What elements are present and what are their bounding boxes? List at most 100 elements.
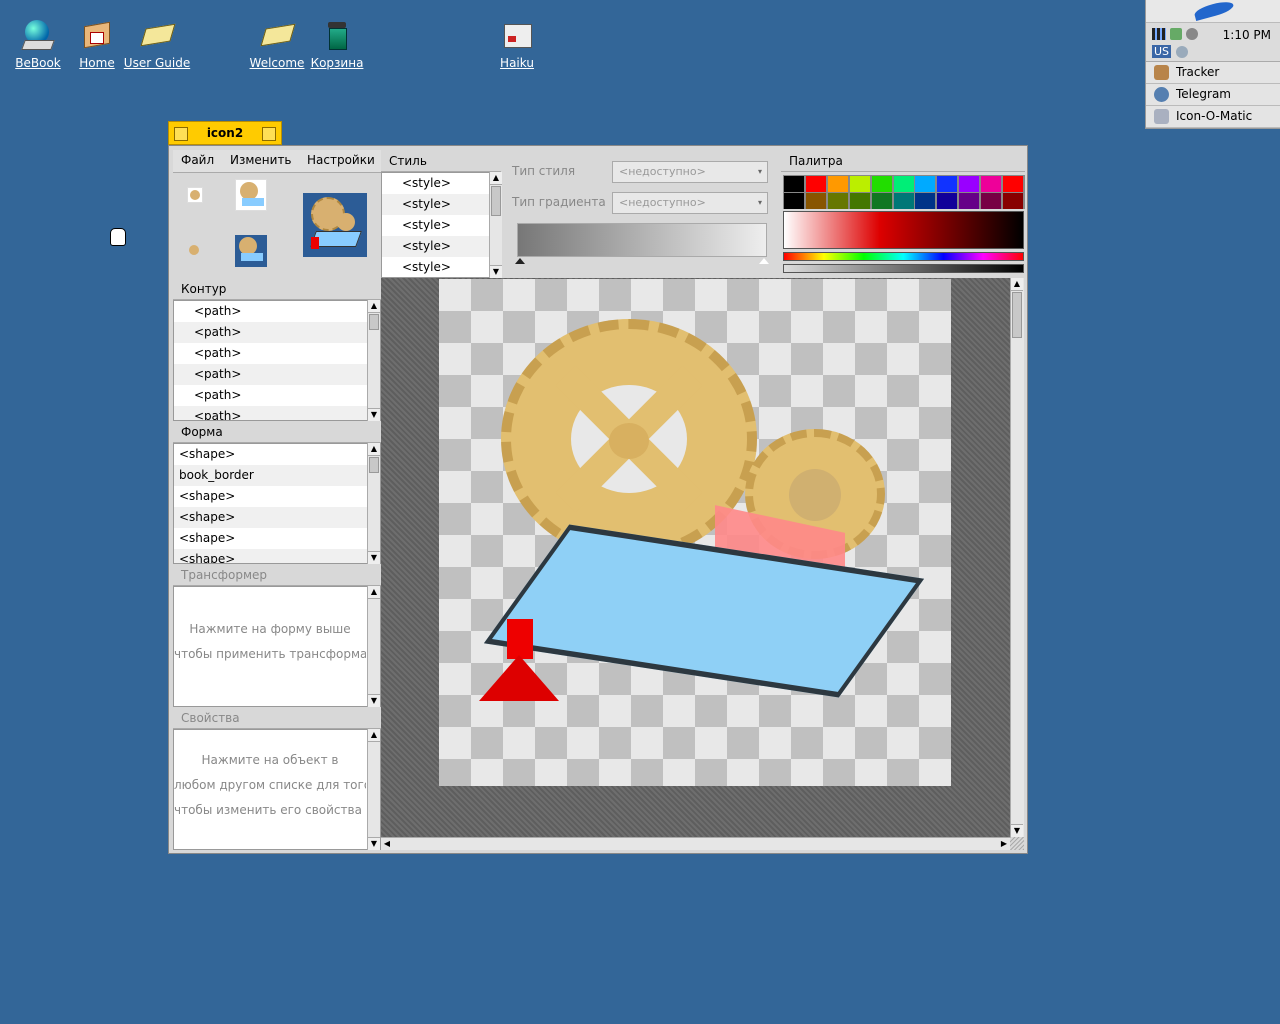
palette-swatch[interactable] <box>784 193 804 209</box>
chevron-down-icon: ▾ <box>757 167 762 176</box>
shape-list-item[interactable]: <shape> <box>174 444 380 465</box>
palette-swatch[interactable] <box>805 176 826 192</box>
shape-list-item[interactable]: <shape> <box>174 528 380 549</box>
palette-swatch[interactable] <box>893 193 914 209</box>
path-header: Контур <box>173 278 381 300</box>
properties-list[interactable]: Нажмите на объект в любом другом списке … <box>173 729 381 850</box>
properties-list-scrollbar[interactable]: ▲ ▼ <box>367 729 380 850</box>
palette-swatch[interactable] <box>959 193 980 209</box>
palette-swatch[interactable] <box>981 176 1002 192</box>
style-list-item[interactable]: <style> <box>382 257 501 277</box>
scroll-right-icon[interactable]: ▶ <box>998 838 1010 850</box>
palette-swatch[interactable] <box>981 193 1002 209</box>
palette-swatch[interactable] <box>827 176 848 192</box>
palette-swatch[interactable] <box>915 193 936 209</box>
scroll-down-icon[interactable]: ▼ <box>1011 824 1023 837</box>
scroll-down-icon[interactable]: ▼ <box>368 694 380 707</box>
palette-swatch[interactable] <box>827 193 848 209</box>
scroll-down-icon[interactable]: ▼ <box>368 408 380 421</box>
path-list-item[interactable]: <path> <box>174 343 380 364</box>
volume-icon[interactable] <box>1186 28 1198 40</box>
alpha-slider[interactable] <box>783 264 1024 273</box>
menu-file[interactable]: Файл <box>181 153 214 167</box>
scroll-left-icon[interactable]: ◀ <box>381 838 393 850</box>
style-list-item[interactable]: <style> <box>382 215 501 236</box>
scroll-up-icon[interactable]: ▲ <box>1011 278 1023 291</box>
palette-swatch[interactable] <box>1003 176 1023 192</box>
shape-list-item[interactable]: <shape> <box>174 486 380 507</box>
palette-swatch[interactable] <box>849 193 870 209</box>
palette-swatch[interactable] <box>915 176 936 192</box>
path-list-item[interactable]: <path> <box>174 301 380 322</box>
scroll-up-icon[interactable]: ▲ <box>368 729 380 742</box>
palette-swatch[interactable] <box>871 193 892 209</box>
path-list-item[interactable]: <path> <box>174 322 380 343</box>
path-list-scrollbar[interactable]: ▲ ▼ <box>367 300 380 421</box>
transformer-list[interactable]: Нажмите на форму выше чтобы применить тр… <box>173 586 381 707</box>
path-list-item[interactable]: <path> <box>174 385 380 406</box>
deskbar-app-icon-o-matic[interactable]: Icon-O-Matic <box>1146 106 1280 128</box>
shape-list-scrollbar[interactable]: ▲ ▼ <box>367 443 380 564</box>
zoom-button[interactable] <box>262 127 276 141</box>
shape-list-item[interactable]: book_border <box>174 465 380 486</box>
style-list[interactable]: <style> <style> <style> <style> <style> <box>381 172 502 278</box>
canvas-vertical-scrollbar[interactable]: ▲ ▼ <box>1010 278 1024 837</box>
style-list-item[interactable]: <style> <box>382 194 501 215</box>
scroll-down-icon[interactable]: ▼ <box>490 265 502 278</box>
desktop-icon-user-guide[interactable]: User Guide <box>122 18 192 70</box>
input-method-icon[interactable] <box>1176 46 1188 58</box>
palette-swatch[interactable] <box>849 176 870 192</box>
style-list-item[interactable]: <style> <box>382 173 501 194</box>
shape-list[interactable]: <shape> book_border <shape> <shape> <sha… <box>173 443 381 564</box>
desktop-icon-haiku[interactable]: Haiku <box>482 18 552 70</box>
icon-canvas[interactable] <box>381 278 1010 837</box>
transformer-header: Трансформер <box>173 564 381 586</box>
palette-swatch[interactable] <box>937 193 958 209</box>
scroll-up-icon[interactable]: ▲ <box>368 443 380 456</box>
path-list-item[interactable]: <path> <box>174 406 380 420</box>
clock[interactable]: 1:10 PM <box>1223 28 1271 42</box>
path-list[interactable]: <path> <path> <path> <path> <path> <path… <box>173 300 381 421</box>
home-folder-icon <box>80 18 114 52</box>
palette-swatch[interactable] <box>871 176 892 192</box>
palette-swatch[interactable] <box>1003 193 1023 209</box>
keyboard-layout-indicator[interactable]: US <box>1152 45 1172 58</box>
palette-swatch[interactable] <box>784 176 804 192</box>
menu-edit[interactable]: Изменить <box>230 153 292 167</box>
hue-slider[interactable] <box>783 252 1024 261</box>
window-tab[interactable]: icon2 <box>168 121 282 145</box>
cpu-monitor-icon[interactable] <box>1152 28 1166 40</box>
menu-settings[interactable]: Настройки <box>307 153 375 167</box>
canvas-horizontal-scrollbar[interactable]: ◀ ▶ <box>381 837 1010 850</box>
dropdown-value: <недоступно> <box>619 196 706 209</box>
shape-list-item[interactable]: <shape> <box>174 549 380 563</box>
palette-swatch[interactable] <box>805 193 826 209</box>
scroll-down-icon[interactable]: ▼ <box>368 837 380 850</box>
scroll-up-icon[interactable]: ▲ <box>368 586 380 599</box>
scroll-down-icon[interactable]: ▼ <box>368 551 380 564</box>
gradient-stop-right-icon[interactable] <box>759 258 769 264</box>
preview-32-dark <box>235 235 267 267</box>
transformer-list-scrollbar[interactable]: ▲ ▼ <box>367 586 380 707</box>
icon-preview-panel <box>173 173 381 277</box>
style-list-scrollbar[interactable]: ▲ ▼ <box>489 172 502 278</box>
tracker-icon <box>1154 65 1169 80</box>
palette-swatch[interactable] <box>959 176 980 192</box>
scroll-up-icon[interactable]: ▲ <box>490 172 502 185</box>
network-icon[interactable] <box>1170 28 1182 40</box>
scroll-up-icon[interactable]: ▲ <box>368 300 380 313</box>
gradient-stop-left-icon[interactable] <box>515 258 525 264</box>
color-field[interactable] <box>783 211 1024 249</box>
resize-grip-icon[interactable] <box>1010 837 1024 850</box>
deskbar-app-tracker[interactable]: Tracker <box>1146 62 1280 84</box>
preview-16-light <box>187 187 203 203</box>
shape-list-item[interactable]: <shape> <box>174 507 380 528</box>
palette-swatches[interactable] <box>783 175 1025 209</box>
palette-swatch[interactable] <box>893 176 914 192</box>
path-list-item[interactable]: <path> <box>174 364 380 385</box>
desktop-icon-trash[interactable]: Корзина <box>302 18 372 70</box>
deskbar-app-telegram[interactable]: Telegram <box>1146 84 1280 106</box>
palette-swatch[interactable] <box>937 176 958 192</box>
deskbar-menu-button[interactable] <box>1146 0 1280 23</box>
style-list-item[interactable]: <style> <box>382 236 501 257</box>
